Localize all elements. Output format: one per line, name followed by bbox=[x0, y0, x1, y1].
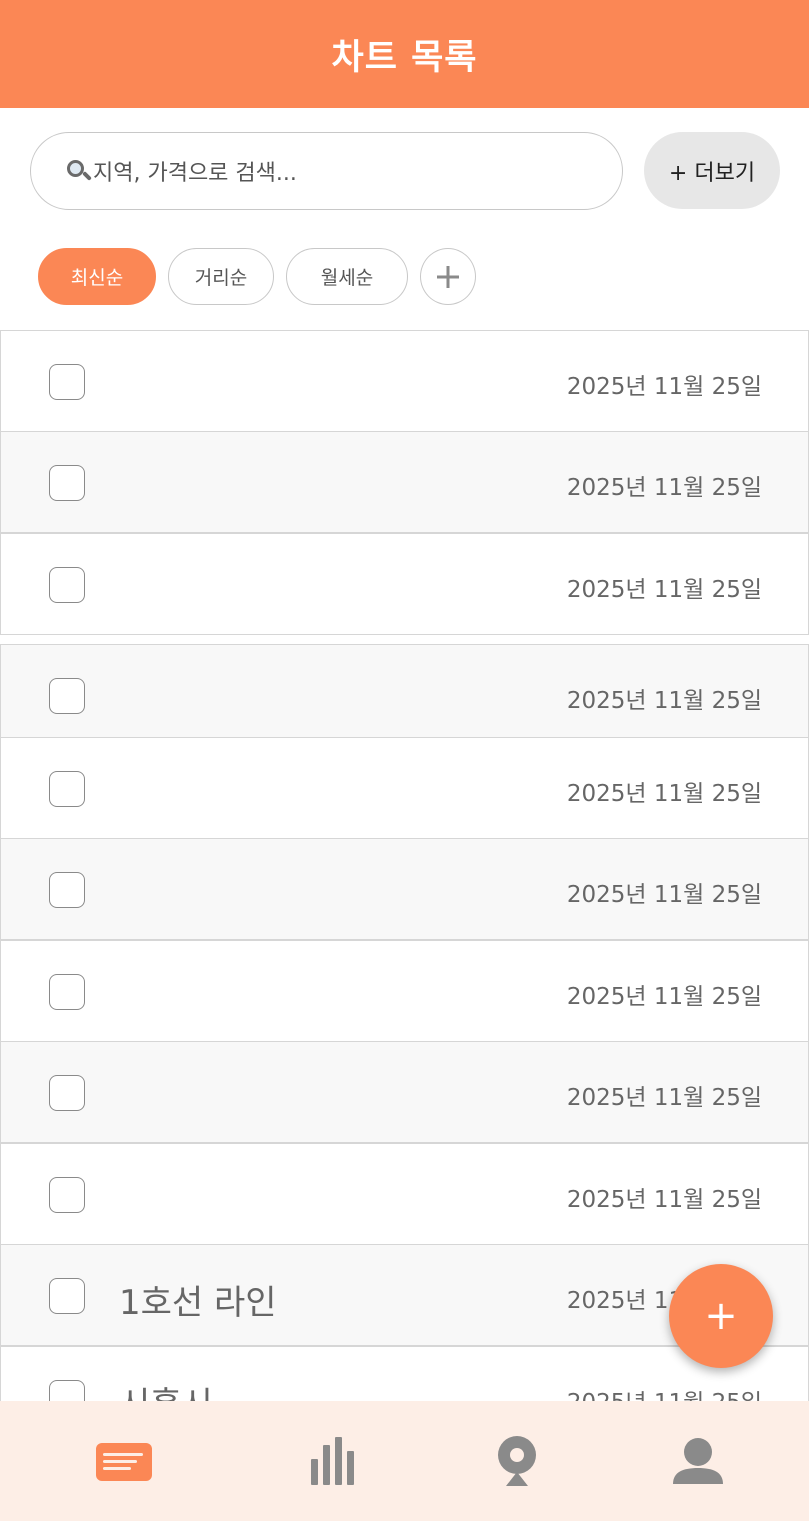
list-item[interactable]: 2025년 11월 25일 bbox=[0, 330, 809, 432]
row-checkbox[interactable] bbox=[49, 1380, 85, 1401]
person-icon bbox=[673, 1438, 723, 1484]
list-item[interactable]: 2025년 11월 25일 bbox=[0, 940, 809, 1042]
more-button[interactable]: + 더보기 bbox=[644, 132, 780, 209]
search-placeholder: 지역, 가격으로 검색... bbox=[93, 161, 297, 186]
row-checkbox[interactable] bbox=[49, 1177, 85, 1213]
row-checkbox[interactable] bbox=[49, 678, 85, 714]
row-checkbox[interactable] bbox=[49, 771, 85, 807]
nav-item-map[interactable] bbox=[416, 1401, 618, 1521]
row-date: 2025년 11월 25일 bbox=[567, 1383, 762, 1401]
search-row: 지역, 가격으로 검색... + 더보기 bbox=[0, 132, 809, 210]
list-item[interactable]: 2025년 11월 25일 bbox=[0, 644, 809, 746]
search-input[interactable]: 지역, 가격으로 검색... bbox=[30, 132, 623, 210]
row-checkbox[interactable] bbox=[49, 567, 85, 603]
row-date: 2025년 11월 25일 bbox=[566, 1187, 762, 1213]
row-checkbox[interactable] bbox=[49, 872, 85, 908]
chip-rent[interactable]: 월세순 bbox=[286, 248, 408, 305]
page-title: 차트 목록 bbox=[331, 37, 478, 78]
chip-distance[interactable]: 거리순 bbox=[168, 248, 274, 305]
search-icon bbox=[65, 158, 92, 184]
list-icon bbox=[96, 1443, 152, 1481]
row-title: 1호선 라인 bbox=[119, 1283, 277, 1323]
bottom-nav bbox=[0, 1401, 809, 1521]
list-item[interactable]: 2025년 11월 25일 bbox=[0, 431, 809, 533]
row-date: 2025년 11월 25일 bbox=[566, 781, 762, 807]
list-item[interactable]: 2025년 11월 25일 bbox=[0, 1041, 809, 1143]
row-date: 2025년 11월 25일 bbox=[566, 688, 762, 714]
row-date: 2025년 11월 25일 bbox=[566, 1085, 762, 1111]
row-checkbox[interactable] bbox=[49, 1075, 85, 1111]
list-item[interactable]: 2025년 11월 25일 bbox=[0, 838, 809, 940]
row-date: 2025년 11월 25일 bbox=[566, 984, 762, 1010]
row-date: 2025년 11월 25일 bbox=[566, 577, 762, 603]
chart-list: 2025년 11월 25일 2025년 11월 25일 2025년 11월 25… bbox=[0, 330, 809, 1401]
list-item[interactable]: 2025년 11월 25일 bbox=[0, 737, 809, 839]
app-header: 차트 목록 bbox=[0, 0, 809, 108]
row-title: 시흥시 bbox=[119, 1377, 213, 1401]
add-sort-icon[interactable] bbox=[420, 248, 476, 305]
list-item[interactable]: 2025년 11월 25일 bbox=[0, 1143, 809, 1245]
row-date: 2025년 11월 25일 bbox=[566, 475, 762, 501]
nav-item-list[interactable] bbox=[24, 1401, 226, 1521]
map-pin-icon bbox=[498, 1436, 536, 1486]
row-checkbox[interactable] bbox=[49, 974, 85, 1010]
bar-chart-icon bbox=[311, 1437, 354, 1485]
nav-item-profile[interactable] bbox=[597, 1401, 799, 1521]
list-item[interactable]: 2025년 11월 25일 bbox=[0, 533, 809, 635]
row-date: 2025년 11월 25일 bbox=[566, 882, 762, 908]
row-checkbox[interactable] bbox=[49, 1278, 85, 1314]
chip-latest[interactable]: 최신순 bbox=[38, 248, 156, 305]
nav-item-chart[interactable] bbox=[232, 1401, 434, 1521]
add-fab-button[interactable]: + bbox=[669, 1264, 773, 1368]
row-checkbox[interactable] bbox=[49, 465, 85, 501]
row-date: 2025년 11월 25일 bbox=[566, 374, 762, 400]
row-checkbox[interactable] bbox=[49, 364, 85, 400]
sort-chips: 최신순 거리순 월세순 bbox=[38, 248, 476, 305]
